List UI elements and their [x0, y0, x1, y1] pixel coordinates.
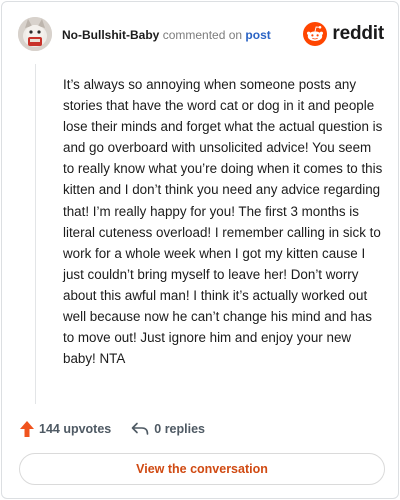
upvotes-count: 144 upvotes: [39, 422, 112, 436]
byline: No-Bullshit-Baby commented on post: [62, 28, 271, 42]
byline-action-text: commented on: [162, 28, 243, 42]
comment-card: No-Bullshit-Baby commented on post reddi…: [1, 1, 399, 499]
replies-count: 0 replies: [154, 422, 205, 436]
upvotes-stat[interactable]: 144 upvotes: [20, 421, 111, 437]
reddit-wordmark: reddit: [332, 23, 384, 44]
comment-header: No-Bullshit-Baby commented on post reddi…: [18, 16, 384, 56]
reddit-logo-icon: [303, 22, 328, 46]
upvote-arrow-icon: [20, 421, 34, 437]
reddit-brand[interactable]: reddit: [303, 21, 384, 47]
comment-body: It’s always so annoying when someone pos…: [63, 77, 383, 367]
user-avatar[interactable]: [18, 17, 52, 51]
username-link[interactable]: No-Bullshit-Baby: [62, 28, 159, 42]
thread-line: [35, 64, 36, 404]
reply-arrow-icon: [131, 422, 149, 435]
comment-footer: 144 upvotes 0 replies: [20, 419, 205, 439]
avatar-cat-icon: [18, 17, 52, 51]
replies-stat[interactable]: 0 replies: [131, 422, 205, 436]
post-link[interactable]: post: [245, 28, 270, 42]
view-conversation-button[interactable]: View the conversation: [19, 453, 385, 485]
